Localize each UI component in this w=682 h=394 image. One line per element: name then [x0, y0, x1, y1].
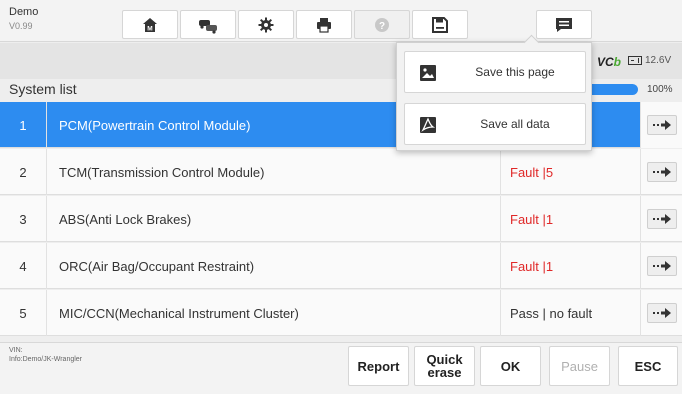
- save-this-page-button[interactable]: Save this page: [404, 51, 586, 93]
- arrow-right-icon: [652, 214, 671, 224]
- row-number: 3: [19, 211, 27, 227]
- vehicle-info: Info:Demo/JK-Wrangler: [9, 356, 83, 363]
- arrow-right-icon: [652, 167, 671, 177]
- system-name: MIC/CCN(Mechanical Instrument Cluster): [59, 305, 299, 321]
- home-icon: M: [143, 17, 157, 32]
- battery-icon: [628, 56, 642, 65]
- vci-connected-mark: b: [613, 55, 622, 69]
- app-version: V0.99: [9, 21, 33, 31]
- row-detail-cell: [640, 196, 682, 242]
- svg-text:?: ?: [379, 21, 385, 32]
- report-button[interactable]: Report: [348, 346, 409, 386]
- enter-system-button[interactable]: [646, 256, 677, 276]
- enter-system-button[interactable]: [646, 209, 677, 229]
- system-name: TCM(Transmission Control Module): [59, 164, 265, 180]
- row-number: 4: [19, 258, 27, 274]
- pause-button[interactable]: Pause: [549, 346, 610, 386]
- image-icon: [420, 65, 436, 81]
- system-status: Pass | no fault: [510, 305, 593, 321]
- gear-icon: [258, 17, 274, 32]
- scan-progress-percent: 100%: [647, 84, 673, 95]
- row-number: 2: [19, 164, 27, 180]
- system-name: ABS(Anti Lock Brakes): [59, 211, 192, 227]
- system-status: Fault |5: [510, 164, 554, 180]
- save-all-data-label: Save all data: [480, 117, 550, 131]
- quick-erase-button[interactable]: Quick erase: [414, 346, 475, 386]
- save-popup-menu: Save this page Save all data: [396, 42, 592, 151]
- save-this-page-label: Save this page: [475, 65, 555, 79]
- app-title: Demo: [9, 6, 39, 18]
- system-status: Fault |1: [510, 211, 554, 227]
- system-row[interactable]: 5 MIC/CCN(Mechanical Instrument Cluster)…: [0, 290, 682, 336]
- arrow-right-icon: [652, 120, 671, 130]
- vehicle-swap-button[interactable]: [180, 10, 236, 39]
- enter-system-button[interactable]: [646, 303, 677, 323]
- help-button[interactable]: ?: [354, 10, 410, 39]
- printer-icon: [317, 17, 331, 33]
- message-icon: [556, 17, 572, 32]
- row-detail-cell: [640, 102, 682, 148]
- system-row[interactable]: 2 TCM(Transmission Control Module) Fault…: [0, 149, 682, 195]
- enter-system-button[interactable]: [646, 162, 677, 182]
- save-button[interactable]: [412, 10, 468, 39]
- print-button[interactable]: [296, 10, 352, 39]
- vin-label: VIN:: [9, 347, 23, 354]
- ok-button[interactable]: OK: [480, 346, 541, 386]
- battery-voltage: 12.6V: [645, 55, 672, 66]
- row-detail-cell: [640, 149, 682, 195]
- arrow-right-icon: [652, 261, 671, 271]
- arrow-right-icon: [652, 308, 671, 318]
- vehicle-swap-icon: [199, 19, 217, 34]
- row-number: 5: [19, 305, 27, 321]
- vci-label: VC: [597, 55, 614, 69]
- message-button[interactable]: [536, 10, 592, 39]
- settings-button[interactable]: [238, 10, 294, 39]
- save-all-data-button[interactable]: Save all data: [404, 103, 586, 145]
- vci-indicator: VCb: [597, 55, 621, 69]
- row-detail-cell: [640, 243, 682, 289]
- system-row[interactable]: 3 ABS(Anti Lock Brakes) Fault |1: [0, 196, 682, 242]
- home-button[interactable]: M: [122, 10, 178, 39]
- row-number: 1: [19, 117, 27, 133]
- scan-progress-bar: [590, 84, 638, 95]
- system-name: ORC(Air Bag/Occupant Restraint): [59, 258, 255, 274]
- esc-button[interactable]: ESC: [618, 346, 678, 386]
- quick-erase-label-line2: erase: [427, 365, 462, 380]
- section-title: System list: [9, 81, 77, 97]
- save-icon: [432, 16, 448, 33]
- pdf-icon: [420, 117, 436, 133]
- system-status: Fault |1: [510, 258, 554, 274]
- system-row[interactable]: 4 ORC(Air Bag/Occupant Restraint) Fault …: [0, 243, 682, 289]
- system-name: PCM(Powertrain Control Module): [59, 117, 251, 133]
- svg-text:M: M: [147, 25, 152, 32]
- row-detail-cell: [640, 290, 682, 336]
- help-icon: ?: [375, 17, 389, 32]
- enter-system-button[interactable]: [646, 115, 677, 135]
